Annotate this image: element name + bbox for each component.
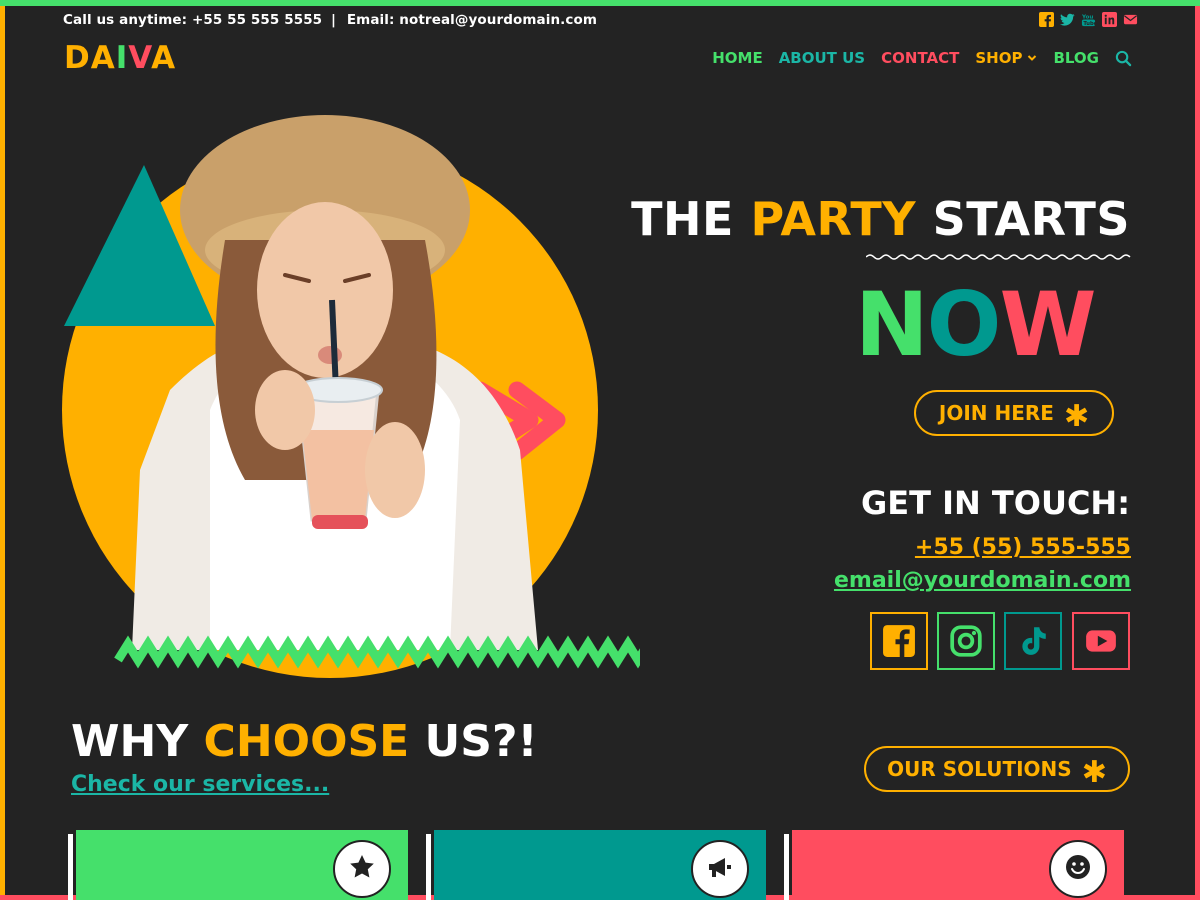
- frame-left-border: [0, 6, 5, 900]
- logo-letter-i: I: [115, 40, 129, 76]
- card-icon-circle: [691, 840, 749, 898]
- main-nav: HOME ABOUT US CONTACT SHOP BLOG: [712, 49, 1132, 67]
- logo-letter-a: A: [151, 40, 177, 76]
- headline-the: THE: [631, 192, 734, 246]
- star-icon: [348, 853, 376, 885]
- social-facebook-button[interactable]: [870, 612, 928, 670]
- logo-letter-v: V: [128, 40, 152, 76]
- nav-item-blog[interactable]: BLOG: [1053, 49, 1099, 67]
- nav-item-about-us[interactable]: ABOUT US: [779, 49, 865, 67]
- chevron-down-icon: [1027, 49, 1037, 67]
- topbar-email[interactable]: Email: notreal@yourdomain.com: [347, 12, 597, 28]
- now-letter-w: W: [999, 273, 1096, 376]
- headline-starts: STARTS: [932, 192, 1130, 246]
- hero-now: NOW: [855, 273, 1097, 376]
- logo-letters-da: DA: [64, 40, 116, 76]
- topbar-social-icons: You Tube: [1039, 12, 1138, 27]
- twitter-icon[interactable]: [1060, 12, 1075, 27]
- join-here-label: JOIN HERE: [938, 401, 1054, 425]
- headline-squiggle-underline: [866, 254, 1131, 260]
- hero-illustration: [62, 115, 640, 678]
- topbar-contact: Call us anytime: +55 55 555 5555 | Email…: [63, 12, 597, 28]
- why-choose-us-title: WHY CHOOSE US?!: [71, 716, 538, 767]
- tiktok-icon: [1016, 624, 1050, 658]
- get-in-touch-title: GET IN TOUCH:: [861, 484, 1130, 522]
- instagram-icon: [949, 624, 983, 658]
- social-youtube-button[interactable]: [1072, 612, 1130, 670]
- service-card-2[interactable]: [426, 830, 766, 900]
- service-card-3[interactable]: [784, 830, 1124, 900]
- why-word-us: US?!: [424, 716, 538, 767]
- service-card-1[interactable]: [68, 830, 408, 900]
- topbar-phone[interactable]: Call us anytime: +55 55 555 5555: [63, 12, 322, 28]
- card-accent-bar: [784, 834, 789, 900]
- card-accent-bar: [426, 834, 431, 900]
- youtube-icon[interactable]: You Tube: [1081, 12, 1096, 27]
- card-icon-circle: [1049, 840, 1107, 898]
- our-solutions-label: OUR SOLUTIONS: [887, 757, 1072, 781]
- why-word-why: WHY: [71, 716, 189, 767]
- youtube-icon: [1084, 624, 1118, 658]
- check-services-link[interactable]: Check our services...: [71, 772, 329, 797]
- linkedin-icon[interactable]: [1102, 12, 1117, 27]
- nav-item-contact[interactable]: CONTACT: [881, 49, 959, 67]
- card-accent-bar: [68, 834, 73, 900]
- site-logo[interactable]: DAIVA: [64, 40, 176, 76]
- nav-item-shop-label: SHOP: [975, 49, 1023, 67]
- megaphone-icon: [706, 853, 734, 885]
- why-word-choose: CHOOSE: [203, 716, 410, 767]
- our-solutions-button[interactable]: OUR SOLUTIONS ✱: [864, 746, 1130, 792]
- asterisk-icon: ✱: [1063, 399, 1090, 434]
- nav-item-shop[interactable]: SHOP: [975, 49, 1037, 67]
- hero-headline: THE PARTY STARTS: [631, 192, 1130, 246]
- topbar-separator: |: [331, 12, 337, 28]
- frame-top-border: [0, 0, 1200, 6]
- search-icon[interactable]: [1115, 50, 1132, 67]
- headline-party: PARTY: [750, 192, 917, 246]
- card-icon-circle: [333, 840, 391, 898]
- join-here-button[interactable]: JOIN HERE ✱: [914, 390, 1114, 436]
- facebook-icon: [882, 624, 916, 658]
- svg-text:Tube: Tube: [1083, 21, 1096, 27]
- envelope-icon[interactable]: [1123, 12, 1138, 27]
- frame-right-border: [1195, 6, 1200, 900]
- social-instagram-button[interactable]: [937, 612, 995, 670]
- smile-icon: [1064, 853, 1092, 885]
- contact-email-link[interactable]: email@yourdomain.com: [834, 568, 1131, 593]
- nav-item-home[interactable]: HOME: [712, 49, 762, 67]
- now-letter-n: N: [855, 273, 929, 376]
- now-letter-o: O: [926, 273, 1002, 376]
- facebook-icon[interactable]: [1039, 12, 1054, 27]
- social-tiktok-button[interactable]: [1004, 612, 1062, 670]
- contact-phone-link[interactable]: +55 (55) 555-555: [915, 535, 1131, 560]
- asterisk-icon: ✱: [1081, 755, 1107, 790]
